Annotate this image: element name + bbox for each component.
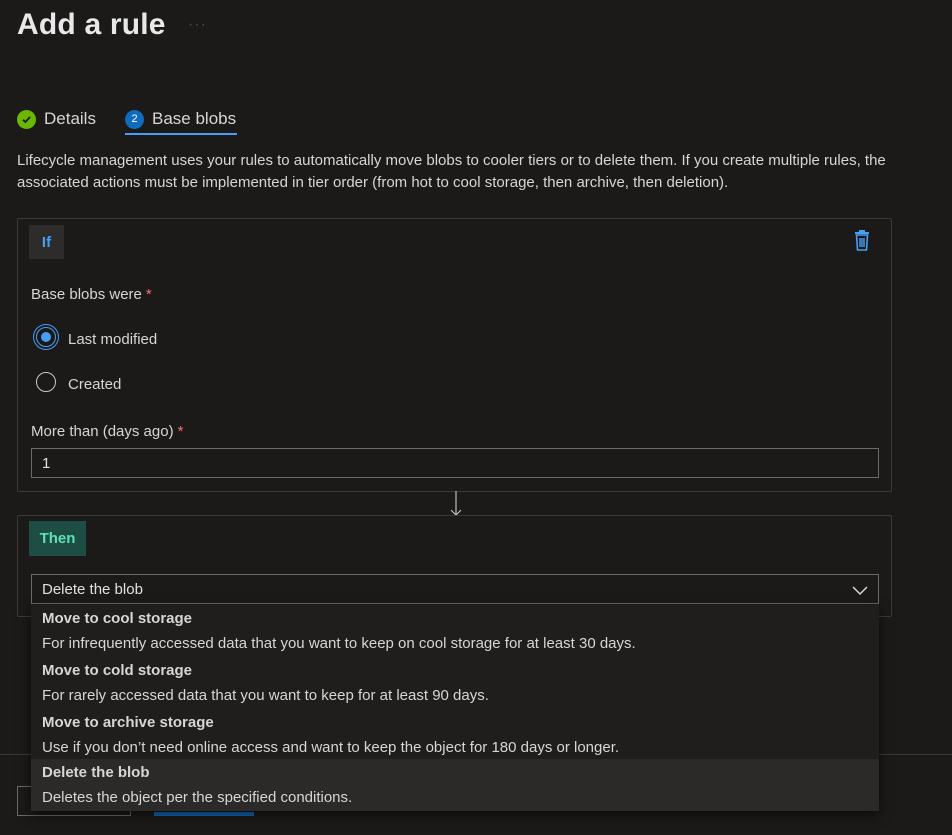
page-title: Add a rule — [17, 8, 166, 41]
required-asterisk: * — [145, 286, 152, 303]
check-circle-icon — [17, 109, 36, 129]
option-description: Deletes the object per the specified con… — [42, 789, 353, 806]
trash-icon[interactable] — [852, 230, 872, 252]
radio-last-modified-label: Last modified — [68, 331, 158, 348]
more-options-icon[interactable]: ··· — [188, 16, 207, 34]
chevron-down-icon — [852, 583, 868, 596]
radio-button-selected[interactable] — [36, 327, 56, 347]
next-button[interactable] — [154, 812, 254, 816]
tab-details-label: Details — [44, 109, 96, 128]
option-description: For rarely accessed data that you want t… — [42, 687, 489, 704]
days-ago-input[interactable] — [31, 448, 879, 478]
option-move-to-cold[interactable]: Move to cold storage For rarely accessed… — [31, 657, 879, 709]
arrow-down-icon — [448, 491, 464, 517]
radio-created-label: Created — [68, 376, 122, 393]
option-title: Move to cool storage — [42, 610, 193, 627]
if-badge: If — [29, 225, 64, 259]
tab-base-blobs[interactable]: 2 Base blobs — [125, 102, 236, 136]
step-number-badge: 2 — [125, 109, 144, 129]
description-text: Lifecycle management uses your rules to … — [17, 152, 886, 191]
option-title: Delete the blob — [42, 764, 150, 781]
radio-last-modified[interactable]: Last modified — [36, 326, 157, 348]
base-blobs-label-text: Base blobs were — [31, 286, 142, 303]
action-dropdown[interactable]: Delete the blob — [31, 574, 879, 604]
action-dropdown-value: Delete the blob — [42, 580, 143, 598]
radio-button[interactable] — [36, 372, 56, 392]
option-title: Move to archive storage — [42, 714, 214, 731]
option-delete-blob[interactable]: Delete the blob Deletes the object per t… — [31, 759, 879, 811]
option-move-to-archive[interactable]: Move to archive storage Use if you don’t… — [31, 709, 879, 761]
option-move-to-cool[interactable]: Move to cool storage For infrequently ac… — [31, 605, 879, 657]
tab-details[interactable]: Details — [17, 102, 96, 136]
days-ago-label-text: More than (days ago) — [31, 423, 174, 440]
option-title: Move to cold storage — [42, 662, 193, 679]
tab-base-blobs-label: Base blobs — [152, 109, 237, 128]
required-asterisk: * — [177, 423, 184, 440]
option-description: Use if you don’t need online access and … — [42, 739, 620, 756]
days-ago-label: More than (days ago) * — [31, 423, 183, 440]
radio-created[interactable]: Created — [36, 371, 121, 393]
then-badge: Then — [29, 521, 86, 556]
active-tab-indicator — [125, 133, 237, 135]
action-dropdown-list: Move to cool storage For infrequently ac… — [31, 605, 879, 811]
base-blobs-label: Base blobs were * — [31, 286, 152, 303]
option-description: For infrequently accessed data that you … — [42, 635, 636, 652]
